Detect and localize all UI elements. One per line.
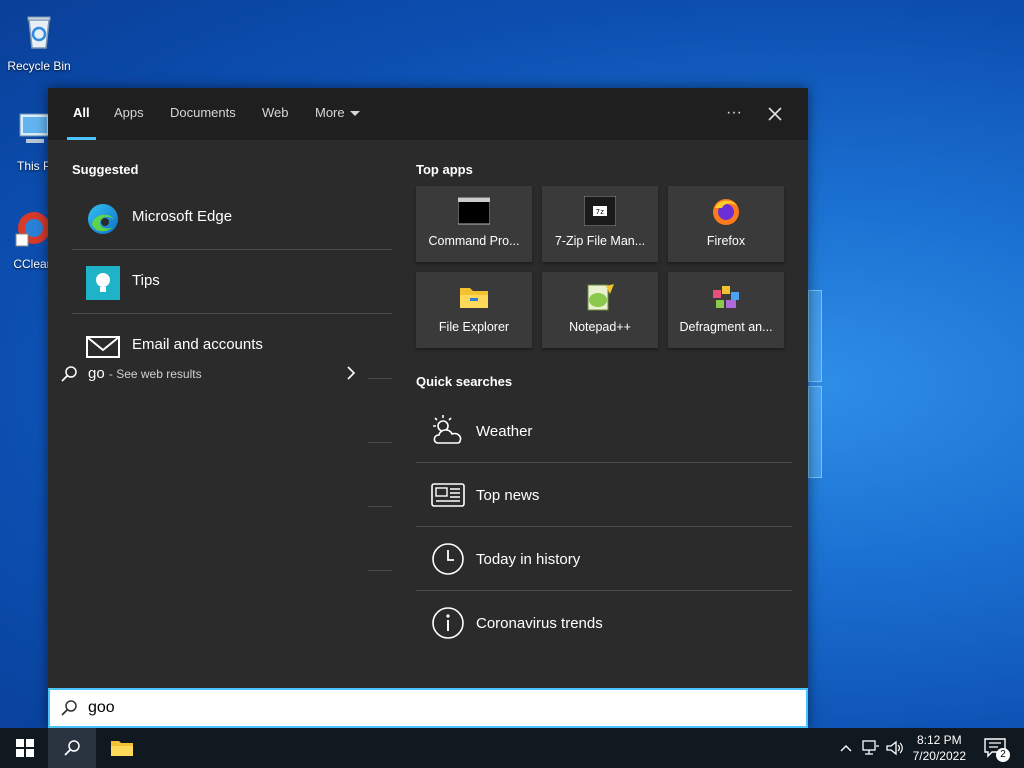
clock-time: 8:12 PM — [916, 733, 962, 747]
app-tile-notepad-plus-plus[interactable]: Notepad++ — [542, 272, 658, 348]
action-center-button[interactable]: 2 — [978, 728, 1018, 768]
clock-icon — [432, 543, 464, 575]
edge-icon — [88, 204, 118, 234]
tab-web[interactable]: Web — [262, 88, 289, 140]
app-tile-label: Firefox — [706, 234, 746, 248]
tab-more[interactable]: More — [315, 88, 360, 140]
quick-search-label: Today in history — [476, 551, 581, 568]
quick-search-weather[interactable]: Weather — [416, 399, 792, 463]
7zip-icon: 7z — [584, 196, 616, 226]
top-apps-heading: Top apps — [416, 162, 473, 177]
command-prompt-icon — [458, 197, 490, 225]
firefox-icon — [713, 199, 739, 225]
info-icon — [432, 607, 464, 639]
suggested-item-tips[interactable]: Tips — [72, 250, 392, 314]
search-tab-bar: All Apps Documents Web More ··· — [48, 88, 808, 140]
tips-icon — [86, 266, 120, 300]
close-icon — [768, 107, 782, 121]
web-result-query: go — [88, 365, 105, 382]
suggested-item-label: Email and accounts — [132, 336, 263, 353]
app-tile-label: Defragment an... — [679, 320, 773, 334]
quick-search-label: Coronavirus trends — [476, 615, 603, 632]
web-result-text: go - See web results — [88, 365, 202, 382]
more-options-button[interactable]: ··· — [718, 98, 750, 130]
app-tile-label: Notepad++ — [569, 320, 631, 334]
taskbar-search-button[interactable] — [48, 728, 96, 768]
app-tile-label: File Explorer — [438, 320, 510, 334]
divider — [368, 570, 392, 571]
desktop-icon-label: Recycle Bin — [7, 59, 71, 73]
app-tile-label: 7-Zip File Man... — [554, 234, 646, 248]
quick-search-top-news[interactable]: Top news — [416, 463, 792, 527]
taskbar-file-explorer[interactable] — [98, 728, 146, 768]
web-result-suffix: - See web results — [108, 367, 202, 381]
notification-count: 2 — [996, 748, 1010, 762]
volume-icon[interactable] — [886, 740, 904, 756]
suggested-item-label: Tips — [132, 272, 160, 289]
search-icon — [61, 700, 77, 716]
search-icon — [64, 740, 80, 756]
search-panel: All Apps Documents Web More ··· Suggeste… — [48, 88, 808, 728]
windows-logo-pane — [808, 386, 822, 478]
file-explorer-icon — [111, 741, 133, 756]
app-tile-label: Command Pro... — [428, 234, 520, 248]
app-tile-7zip[interactable]: 7z 7-Zip File Man... — [542, 186, 658, 262]
suggested-heading: Suggested — [72, 162, 139, 177]
quick-searches-heading: Quick searches — [416, 374, 513, 389]
tab-apps[interactable]: Apps — [114, 88, 144, 140]
divider — [368, 378, 392, 379]
start-button[interactable] — [0, 728, 48, 768]
chevron-down-icon — [349, 111, 360, 117]
app-tile-file-explorer[interactable]: File Explorer — [416, 272, 532, 348]
search-icon — [61, 366, 77, 382]
clock[interactable]: 8:12 PM 7/20/2022 — [913, 732, 966, 764]
network-icon[interactable] — [862, 740, 880, 756]
chevron-right-icon — [347, 366, 356, 380]
quick-search-coronavirus-trends[interactable]: Coronavirus trends — [416, 591, 792, 655]
recycle-bin-icon — [27, 16, 51, 49]
desktop-icon-recycle-bin[interactable]: Recycle Bin — [0, 8, 79, 73]
taskbar: 8:12 PM 7/20/2022 2 — [0, 728, 1024, 768]
tab-documents[interactable]: Documents — [170, 88, 236, 140]
weather-icon — [433, 415, 462, 444]
search-box[interactable] — [48, 688, 808, 728]
news-icon — [431, 483, 465, 507]
quick-search-label: Weather — [476, 423, 533, 440]
suggested-item-label: Microsoft Edge — [132, 208, 233, 225]
windows-logo-pane — [808, 290, 822, 382]
file-explorer-icon — [460, 288, 488, 308]
svg-text:7z: 7z — [596, 208, 604, 216]
tab-all[interactable]: All — [67, 88, 96, 140]
notepad-plus-plus-icon — [587, 284, 614, 311]
app-tile-defragment[interactable]: Defragment an... — [668, 272, 784, 348]
app-tile-firefox[interactable]: Firefox — [668, 186, 784, 262]
close-button[interactable] — [759, 98, 791, 130]
divider — [368, 506, 392, 507]
web-result-row[interactable]: go - See web results — [56, 358, 356, 388]
quick-search-label: Top news — [476, 487, 540, 504]
suggested-item-edge[interactable]: Microsoft Edge — [72, 186, 392, 250]
divider — [368, 442, 392, 443]
chevron-up-icon[interactable] — [840, 744, 852, 752]
clock-date: 7/20/2022 — [912, 749, 966, 763]
app-tile-command-prompt[interactable]: Command Pro... — [416, 186, 532, 262]
windows-logo-icon — [16, 739, 34, 757]
quick-search-today-in-history[interactable]: Today in history — [416, 527, 792, 591]
search-input[interactable] — [88, 695, 788, 721]
defragment-icon — [713, 286, 739, 308]
tab-more-label: More — [315, 105, 345, 120]
